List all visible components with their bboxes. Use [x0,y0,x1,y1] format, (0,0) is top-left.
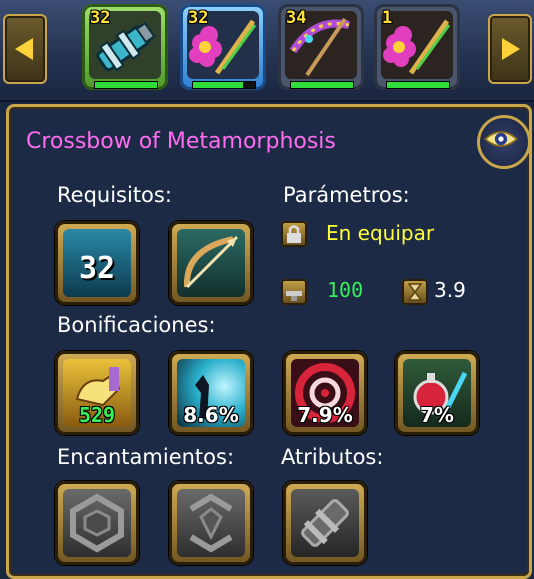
slot-level: 32 [90,8,111,28]
speed-value: 3.9 [434,278,466,302]
attributes-label: Atributos: [281,445,384,469]
required-weapon-icon [169,221,253,305]
bonus-target: 7.9% [283,351,367,435]
bonus-potion: 7% [395,351,479,435]
item-tooltip-panel: Crossbow of Metamorphosis Requisitos: 32… [6,104,532,579]
icon-image [291,489,359,557]
required-level: 32 [78,251,116,286]
item-strip: 32 32 34 1 [0,0,534,102]
enchantment-socket-2[interactable] [169,481,253,565]
slot-durability-bar [386,81,450,89]
item-title: Crossbow of Metamorphosis [26,129,336,154]
enchantments-label: Encantamientos: [57,445,235,469]
parameters-label: Parámetros: [283,183,410,207]
icon-image [177,489,245,557]
bonuses-label: Bonificaciones: [57,313,216,337]
requirements-label: Requisitos: [57,183,172,207]
bow-icon [183,235,239,289]
required-level-icon: 32 [55,221,139,305]
arrow-left-icon [15,38,33,60]
attribute-socket-1[interactable] [283,481,367,565]
bonus-value: 529 [78,403,116,427]
icon-image [177,229,245,297]
socket-icon [301,499,349,547]
slot-durability-bar [290,81,354,89]
bonus-value: 7% [420,403,454,427]
bonus-dodge: 8.6% [169,351,253,435]
lock-glyph [287,225,301,243]
enchantment-socket-1[interactable] [55,481,139,565]
slot-durability-bar [192,81,256,89]
slot-level: 34 [286,8,307,28]
bonus-value: 8.6% [183,403,239,427]
damage-value: 100 [327,278,364,302]
item-slot-cannon[interactable]: 32 [82,4,168,90]
bonus-value: 7.9% [297,403,353,427]
next-arrow-button[interactable] [488,14,532,84]
slot-level: 1 [382,8,393,28]
eye-icon [483,131,519,147]
inspect-button[interactable] [477,115,531,169]
item-slot-crossbow[interactable]: 34 [278,4,364,90]
lock-icon [281,221,307,247]
icon-image: 32 [63,229,131,297]
hourglass-glyph [407,283,423,301]
item-slot-flower-staff[interactable]: 32 [180,4,266,90]
icon-image [63,489,131,557]
item-slot-flower-staff-2[interactable]: 1 [374,4,460,90]
slot-level: 32 [188,8,209,28]
damage-icon [281,279,307,305]
slot-durability-bar [94,81,158,89]
speed-icon [402,279,428,305]
prev-arrow-button[interactable] [3,14,47,84]
socket-icon [189,493,233,553]
bind-on-equip-text: En equipar [326,221,435,245]
socket-icon [70,493,124,553]
arrow-right-icon [502,38,520,60]
anvil-glyph [286,291,302,301]
bonus-hand: 529 [55,351,139,435]
